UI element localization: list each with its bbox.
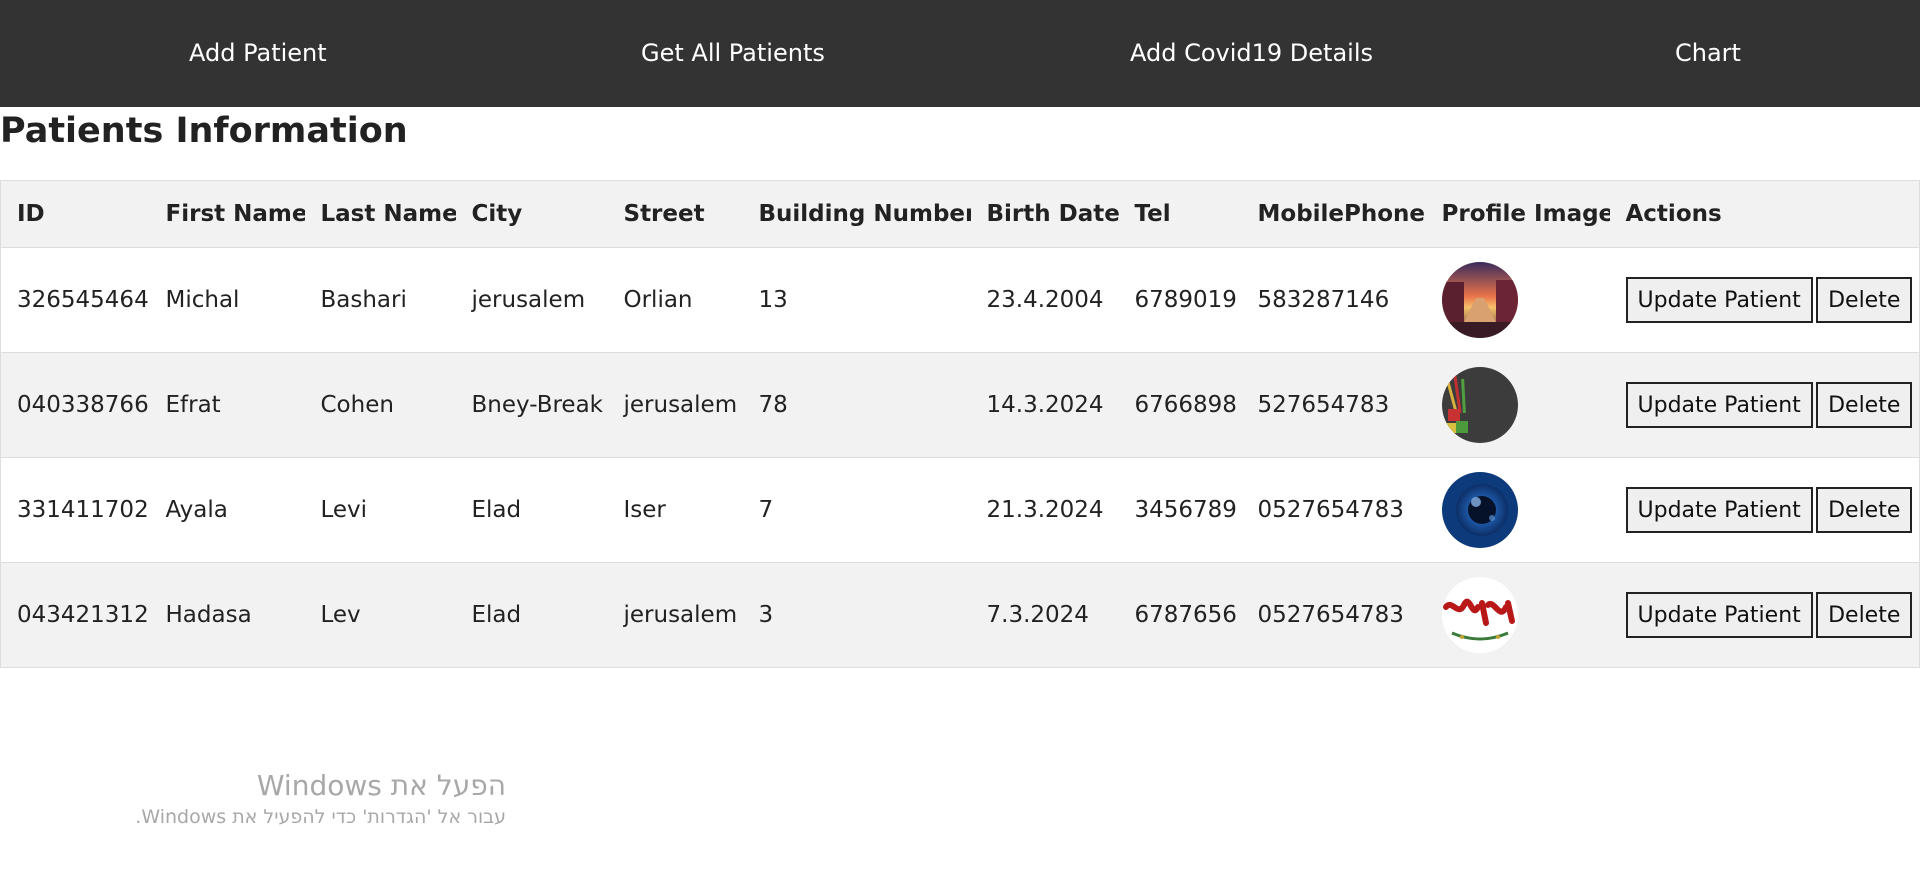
delete-button[interactable]: Delete xyxy=(1816,592,1913,638)
cell-mobile-phone: 0527654783 xyxy=(1241,562,1426,668)
cell-birth-date: 7.3.2024 xyxy=(970,562,1119,668)
avatar-red-lettering-logo xyxy=(1441,577,1518,653)
nav-get-all-patients[interactable]: Get All Patients xyxy=(641,0,825,107)
top-navbar: Add Patient Get All Patients Add Covid19… xyxy=(0,0,1920,107)
header-city: City xyxy=(455,180,608,248)
cell-building-number: 7 xyxy=(742,457,971,563)
cell-city: Elad xyxy=(455,457,608,563)
cell-city: jerusalem xyxy=(455,247,608,353)
cell-profile-image xyxy=(1425,457,1610,563)
cell-profile-image xyxy=(1425,562,1610,668)
table-row: 043421312 Hadasa Lev Elad jerusalem 3 7.… xyxy=(0,562,1920,668)
nav-add-patient[interactable]: Add Patient xyxy=(189,0,327,107)
cell-building-number: 13 xyxy=(742,247,971,353)
update-patient-button[interactable]: Update Patient xyxy=(1625,277,1813,323)
cell-actions: Update Patient Delete xyxy=(1609,562,1920,668)
avatar-camera-lens xyxy=(1441,472,1518,548)
header-first-name: First Name xyxy=(149,180,305,248)
header-tel: Tel xyxy=(1118,180,1242,248)
header-mobile-phone: MobilePhone xyxy=(1241,180,1426,248)
cell-mobile-phone: 527654783 xyxy=(1241,352,1426,458)
cell-city: Bney-Break xyxy=(455,352,608,458)
nav-add-covid19-details[interactable]: Add Covid19 Details xyxy=(1130,0,1373,107)
update-patient-button[interactable]: Update Patient xyxy=(1625,382,1813,428)
cell-mobile-phone: 0527654783 xyxy=(1241,457,1426,563)
cell-last-name: Cohen xyxy=(304,352,456,458)
update-patient-button[interactable]: Update Patient xyxy=(1625,592,1813,638)
cell-last-name: Bashari xyxy=(304,247,456,353)
cell-street: jerusalem xyxy=(607,352,743,458)
cell-tel: 6789019 xyxy=(1118,247,1242,353)
cell-birth-date: 23.4.2004 xyxy=(970,247,1119,353)
cell-tel: 3456789 xyxy=(1118,457,1242,563)
table-row: 326545464 Michal Bashari jerusalem Orlia… xyxy=(0,247,1920,353)
cell-birth-date: 21.3.2024 xyxy=(970,457,1119,563)
avatar-sunset-canal xyxy=(1441,262,1518,338)
watermark-title: הפעל את Windows xyxy=(256,769,506,802)
delete-button[interactable]: Delete xyxy=(1816,487,1913,533)
cell-street: jerusalem xyxy=(607,562,743,668)
cell-city: Elad xyxy=(455,562,608,668)
cell-mobile-phone: 583287146 xyxy=(1241,247,1426,353)
avatar-chalkboard-blocks xyxy=(1441,367,1518,443)
header-building-number: Building Number xyxy=(742,180,971,248)
cell-first-name: Ayala xyxy=(149,457,305,563)
cell-id: 043421312 xyxy=(0,562,150,668)
cell-building-number: 78 xyxy=(742,352,971,458)
table-header-row: ID First Name Last Name City Street Buil… xyxy=(0,180,1920,248)
cell-actions: Update Patient Delete xyxy=(1609,247,1920,353)
cell-last-name: Lev xyxy=(304,562,456,668)
header-actions: Actions xyxy=(1609,180,1920,248)
cell-last-name: Levi xyxy=(304,457,456,563)
windows-activation-watermark: הפעל את Windows עבור אל 'הגדרות' כדי להפ… xyxy=(135,768,506,830)
delete-button[interactable]: Delete xyxy=(1816,277,1913,323)
cell-actions: Update Patient Delete xyxy=(1609,457,1920,563)
cell-birth-date: 14.3.2024 xyxy=(970,352,1119,458)
patients-table: ID First Name Last Name City Street Buil… xyxy=(0,180,1920,668)
cell-id: 331411702 xyxy=(0,457,150,563)
page-title: Patients Information xyxy=(0,111,408,151)
header-profile-image: Profile Image xyxy=(1425,180,1610,248)
cell-first-name: Michal xyxy=(149,247,305,353)
cell-street: Iser xyxy=(607,457,743,563)
cell-building-number: 3 xyxy=(742,562,971,668)
cell-tel: 6787656 xyxy=(1118,562,1242,668)
cell-id: 326545464 xyxy=(0,247,150,353)
table-row: 040338766 Efrat Cohen Bney-Break jerusal… xyxy=(0,352,1920,458)
header-street: Street xyxy=(607,180,743,248)
delete-button[interactable]: Delete xyxy=(1816,382,1913,428)
cell-profile-image xyxy=(1425,247,1610,353)
cell-first-name: Hadasa xyxy=(149,562,305,668)
cell-tel: 6766898 xyxy=(1118,352,1242,458)
cell-profile-image xyxy=(1425,352,1610,458)
cell-street: Orlian xyxy=(607,247,743,353)
update-patient-button[interactable]: Update Patient xyxy=(1625,487,1813,533)
header-last-name: Last Name xyxy=(304,180,456,248)
header-birth-date: Birth Date xyxy=(970,180,1119,248)
header-id: ID xyxy=(0,180,150,248)
nav-chart[interactable]: Chart xyxy=(1675,0,1741,107)
cell-actions: Update Patient Delete xyxy=(1609,352,1920,458)
cell-id: 040338766 xyxy=(0,352,150,458)
cell-first-name: Efrat xyxy=(149,352,305,458)
watermark-subtitle: עבור אל 'הגדרות' כדי להפעיל את Windows. xyxy=(135,806,506,828)
table-row: 331411702 Ayala Levi Elad Iser 7 21.3.20… xyxy=(0,457,1920,563)
